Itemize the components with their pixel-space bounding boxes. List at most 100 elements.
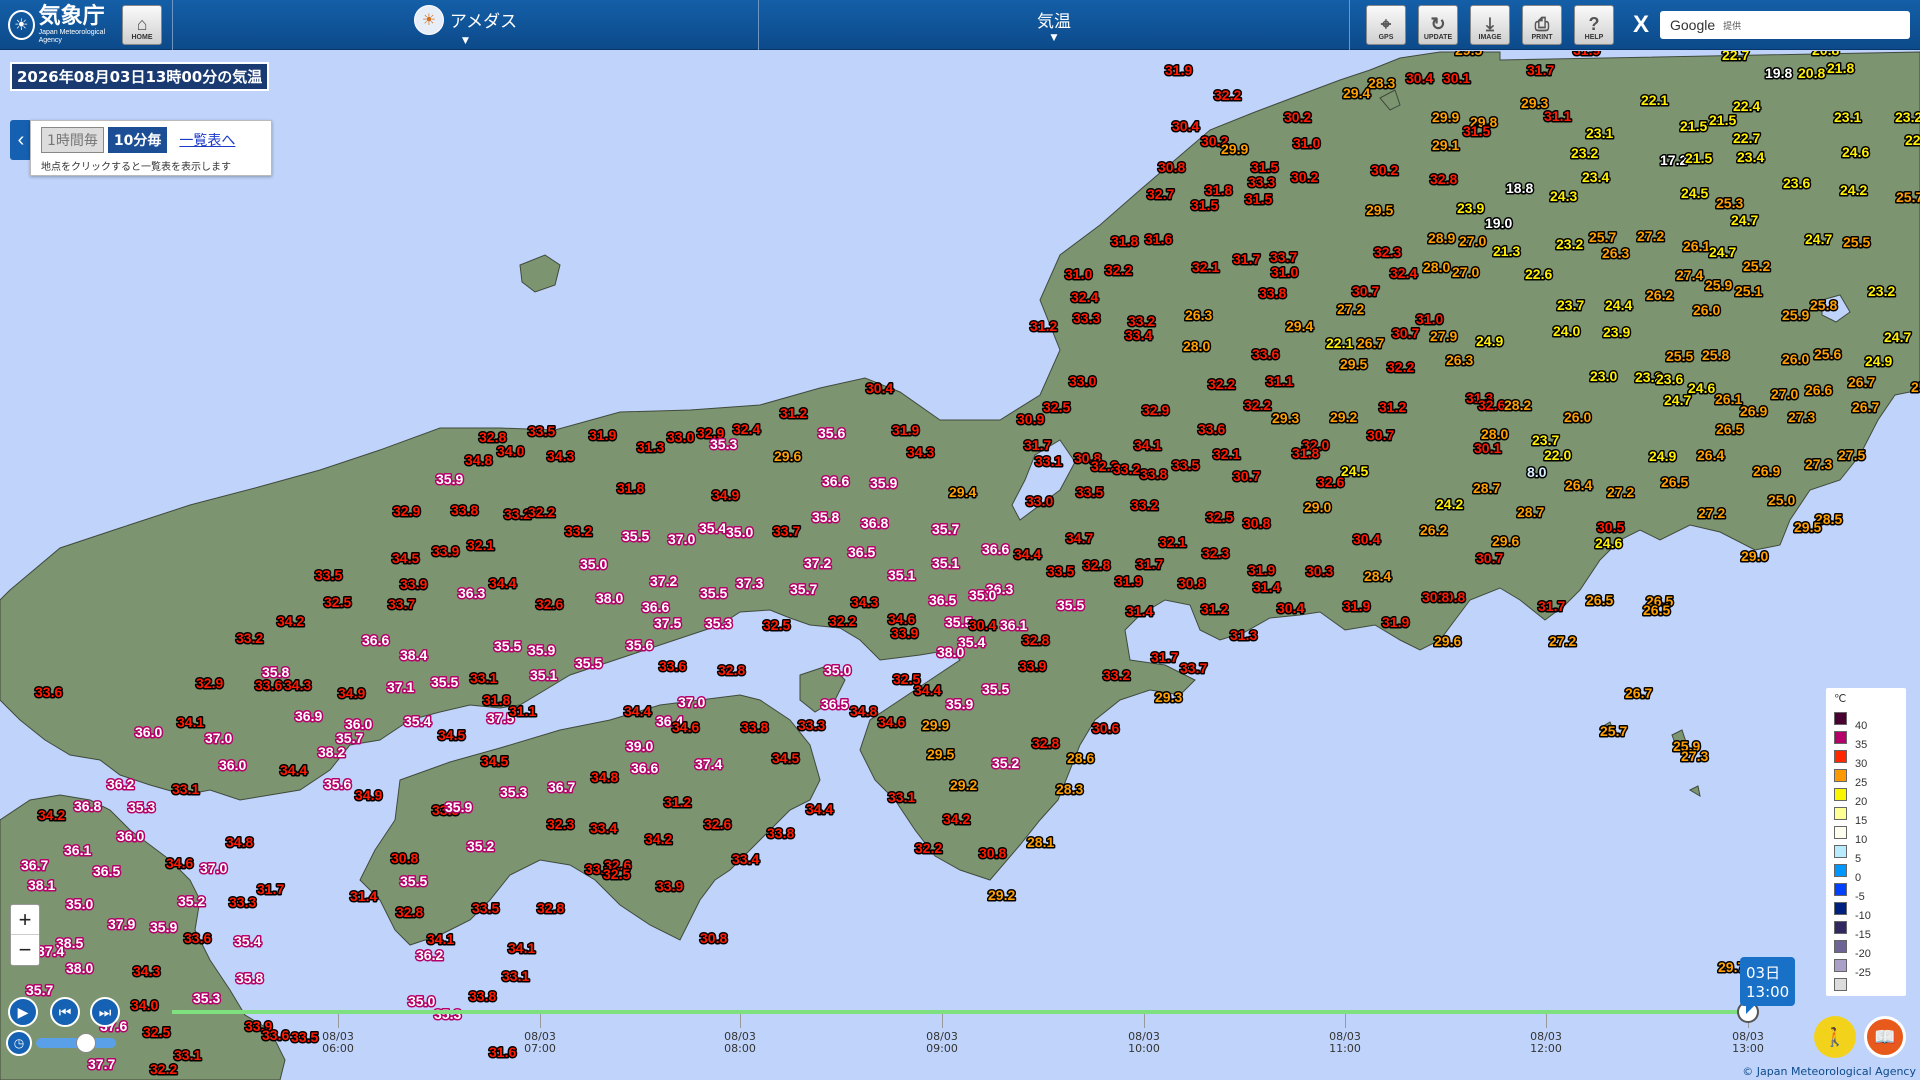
station-temperature[interactable]: 33.6: [254, 676, 284, 695]
station-temperature[interactable]: 32.9: [392, 502, 422, 521]
station-temperature[interactable]: 30.4: [968, 616, 998, 635]
station-temperature[interactable]: 25.8: [1701, 346, 1731, 365]
station-temperature[interactable]: 33.1: [469, 669, 499, 688]
station-temperature[interactable]: 36.3: [457, 584, 487, 603]
station-temperature[interactable]: 27.2: [1697, 504, 1727, 523]
station-temperature[interactable]: 32.1: [1191, 258, 1221, 277]
station-temperature[interactable]: 31.9: [1164, 61, 1194, 80]
station-temperature[interactable]: 22.6: [1524, 265, 1554, 284]
station-temperature[interactable]: 24.5: [1680, 184, 1710, 203]
station-temperature[interactable]: 34.5: [771, 749, 801, 768]
station-temperature[interactable]: 28.0: [1182, 337, 1212, 356]
station-temperature[interactable]: 20.8: [1811, 51, 1841, 60]
station-temperature[interactable]: 34.4: [623, 702, 653, 721]
station-temperature[interactable]: 23.4: [1581, 168, 1611, 187]
station-temperature[interactable]: 32.1: [1158, 533, 1188, 552]
step-forward-button[interactable]: ⏭: [90, 997, 120, 1027]
station-temperature[interactable]: 25.5: [1842, 233, 1872, 252]
station-temperature[interactable]: 34.5: [480, 752, 510, 771]
station-temperature[interactable]: 22.7: [1721, 51, 1751, 65]
station-temperature[interactable]: 25.9: [1781, 306, 1811, 325]
station-temperature[interactable]: 31.4: [1252, 578, 1282, 597]
station-temperature[interactable]: 25.7: [1599, 722, 1629, 741]
station-temperature[interactable]: 26.7: [1847, 373, 1877, 392]
station-temperature[interactable]: 35.9: [444, 798, 474, 817]
station-temperature[interactable]: 25: [1910, 378, 1920, 397]
station-temperature[interactable]: 30.8: [978, 844, 1008, 863]
station-temperature[interactable]: 33.7: [1269, 248, 1299, 267]
station-temperature[interactable]: 34.4: [1013, 545, 1043, 564]
station-temperature[interactable]: 37.5: [653, 614, 683, 633]
station-temperature[interactable]: 36.0: [218, 756, 248, 775]
station-temperature[interactable]: 31.9: [891, 421, 921, 440]
station-temperature[interactable]: 35.2: [466, 837, 496, 856]
station-temperature[interactable]: 26.5: [1715, 420, 1745, 439]
station-temperature[interactable]: 25.3: [1715, 194, 1745, 213]
station-temperature[interactable]: 32.6: [1316, 473, 1346, 492]
station-temperature[interactable]: 26.0: [1781, 350, 1811, 369]
station-temperature[interactable]: 33.6: [1251, 345, 1281, 364]
update-button[interactable]: ↻ UPDATE: [1418, 4, 1458, 45]
station-temperature[interactable]: 29.5: [1365, 201, 1395, 220]
station-temperature[interactable]: 32.8: [1031, 734, 1061, 753]
station-temperature[interactable]: 32.4: [1070, 288, 1100, 307]
station-temperature[interactable]: 33.6: [658, 657, 688, 676]
station-temperature[interactable]: 33.9: [655, 877, 685, 896]
amedas-temperature-map[interactable]: 29.531.922.720.821.819.820.831.932.228.3…: [0, 51, 1920, 1080]
station-temperature[interactable]: 34.4: [279, 761, 309, 780]
station-temperature[interactable]: 34.1: [426, 930, 456, 949]
station-temperature[interactable]: 35.2: [177, 892, 207, 911]
list-table-link[interactable]: 一覧表へ: [179, 133, 235, 149]
x-share-button[interactable]: X: [1626, 10, 1656, 40]
station-temperature[interactable]: 34.2: [276, 612, 306, 631]
station-temperature[interactable]: 29.9: [1431, 108, 1461, 127]
station-temperature[interactable]: 32.5: [602, 865, 632, 884]
station-temperature[interactable]: 32.2: [1213, 86, 1243, 105]
station-temperature[interactable]: 30.2: [1283, 108, 1313, 127]
station-temperature[interactable]: 29.0: [1740, 547, 1770, 566]
station-temperature[interactable]: 31.4: [1125, 602, 1155, 621]
station-temperature[interactable]: 23.1: [1833, 108, 1863, 127]
station-temperature[interactable]: 31.2: [1200, 600, 1230, 619]
jma-logo[interactable]: ☀ 気象庁 Japan Meteorological Agency: [0, 0, 118, 50]
station-temperature[interactable]: 26.1: [1714, 390, 1744, 409]
station-temperature[interactable]: 26.7: [1356, 334, 1386, 353]
station-temperature[interactable]: 21.8: [1826, 59, 1856, 78]
station-temperature[interactable]: 35.4: [698, 519, 728, 538]
station-temperature[interactable]: 35.7: [931, 520, 961, 539]
station-temperature[interactable]: 29.3: [1271, 409, 1301, 428]
station-temperature[interactable]: 24.6: [1687, 379, 1717, 398]
tab-hourly[interactable]: 1時間毎: [41, 127, 104, 153]
station-temperature[interactable]: 33.2: [1112, 460, 1142, 479]
station-temperature[interactable]: 27.3: [1804, 455, 1834, 474]
station-temperature[interactable]: 30.1: [1442, 69, 1472, 88]
station-temperature[interactable]: 34.9: [337, 684, 367, 703]
station-temperature[interactable]: 23.0: [1589, 367, 1619, 386]
station-temperature[interactable]: 17.2: [1659, 151, 1689, 170]
station-temperature[interactable]: 36.5: [820, 695, 850, 714]
station-temperature[interactable]: 29.6: [1491, 532, 1521, 551]
station-temperature[interactable]: 32.5: [762, 616, 792, 635]
station-temperature[interactable]: 30.6: [1091, 719, 1121, 738]
station-temperature[interactable]: 32.2: [828, 612, 858, 631]
station-temperature[interactable]: 37.2: [649, 572, 679, 591]
station-temperature[interactable]: 32.6: [535, 595, 565, 614]
station-temperature[interactable]: 26.5: [1642, 601, 1672, 620]
station-temperature[interactable]: 26.9: [1752, 462, 1782, 481]
station-temperature[interactable]: 28.7: [1472, 479, 1502, 498]
station-temperature[interactable]: 31.0: [1270, 263, 1300, 282]
station-temperature[interactable]: 31.5: [1190, 196, 1220, 215]
station-temperature[interactable]: 31.7: [256, 880, 286, 899]
station-temperature[interactable]: 31.6: [1144, 230, 1174, 249]
station-temperature[interactable]: 32.6: [703, 815, 733, 834]
station-temperature[interactable]: 36.2: [415, 946, 445, 965]
station-temperature[interactable]: 32.3: [546, 815, 576, 834]
station-temperature[interactable]: 21.5: [1679, 117, 1709, 136]
station-temperature[interactable]: 37.0: [667, 530, 697, 549]
station-temperature[interactable]: 30.7: [1351, 282, 1381, 301]
product-menu[interactable]: ☀ アメダス ▼: [173, 0, 758, 50]
station-temperature[interactable]: 30.3: [1305, 562, 1335, 581]
station-temperature[interactable]: 23.6: [1782, 174, 1812, 193]
station-temperature[interactable]: 35.1: [529, 666, 559, 685]
station-temperature[interactable]: 35.5: [399, 872, 429, 891]
